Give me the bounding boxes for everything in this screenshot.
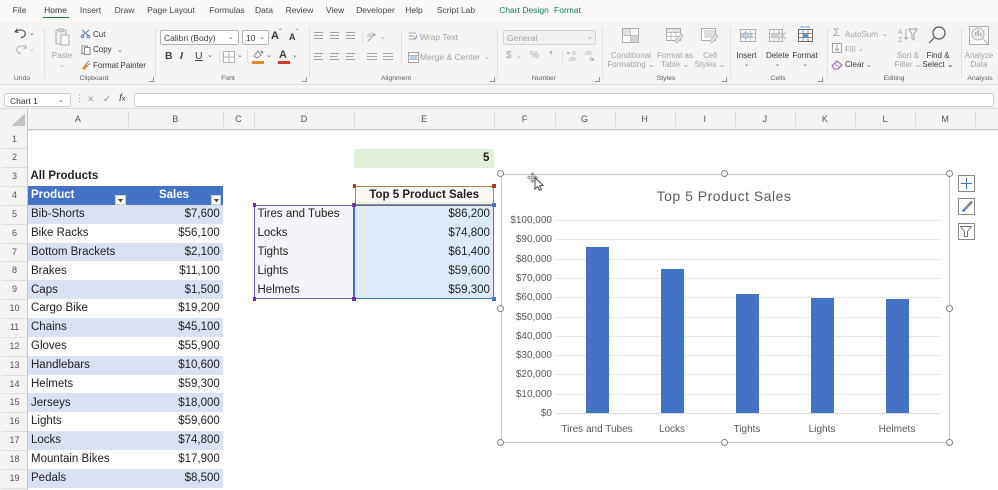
svg-text:.00: .00 xyxy=(568,57,576,63)
svg-text:Z: Z xyxy=(898,37,903,44)
svg-text:ab: ab xyxy=(367,33,374,39)
svg-text:A: A xyxy=(898,29,903,36)
svg-text:.0: .0 xyxy=(588,57,593,63)
